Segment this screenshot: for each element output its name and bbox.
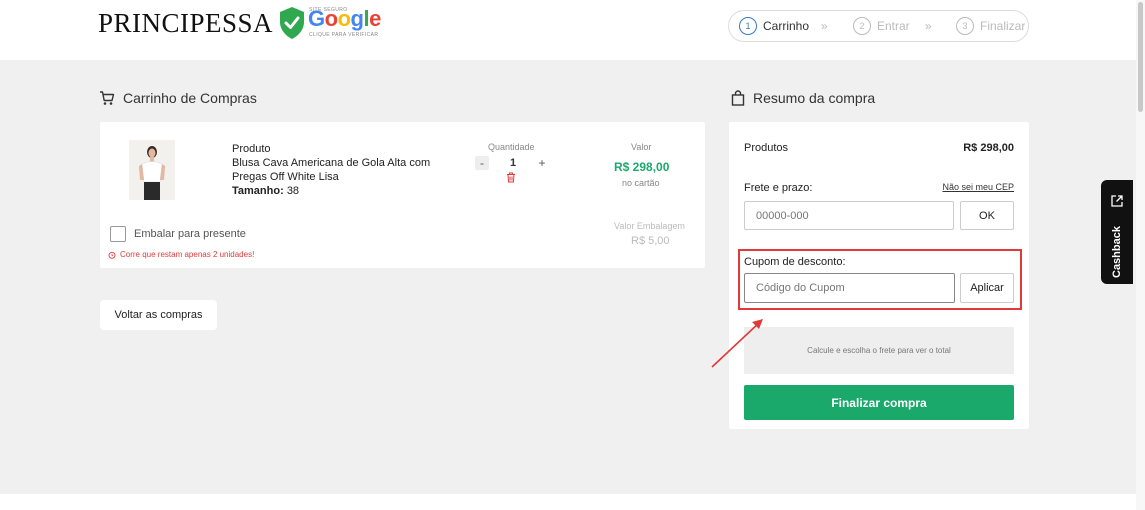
step-label: Entrar [877,19,910,33]
summary-title: Resumo da compra [731,90,875,106]
coupon-input[interactable] [744,273,955,303]
item-price: R$ 298,00 [614,160,670,174]
shipping-label: Frete e prazo: [744,182,813,194]
footer [0,494,1136,510]
product-name[interactable]: Blusa Cava Americana de Gola Alta com Pr… [232,156,452,184]
checkout-steps: 1 Carrinho » 2 Entrar » 3 Finalizar [728,10,1029,42]
annotation-arrow-icon [711,319,763,368]
cashback-label: Cashback [1111,226,1123,278]
shopping-cart-icon [100,91,115,105]
quantity-decrease-button[interactable]: - [475,156,489,170]
step-label: Carrinho [763,19,810,33]
back-to-shopping-button[interactable]: Voltar as compras [100,300,217,330]
order-summary-card: Produtos R$ 298,00 Frete e prazo: Não se… [729,122,1029,429]
wrap-price: R$ 5,00 [631,235,670,247]
cart-title-text: Carrinho de Compras [123,90,257,106]
cashback-tab[interactable]: Cashback [1101,180,1133,284]
products-total: R$ 298,00 [963,142,1014,154]
external-link-icon [1111,195,1123,207]
cep-input[interactable] [744,201,954,230]
trash-icon[interactable] [506,172,516,183]
calculate-shipping-button[interactable]: OK [960,201,1014,230]
unknown-cep-link[interactable]: Não sei meu CEP [942,182,1014,192]
seal-bottom-text: CLIQUE PARA VERIFICAR [309,32,379,38]
gift-wrap-checkbox[interactable] [110,226,126,242]
step-finish[interactable]: 3 Finalizar [956,17,1025,35]
gift-wrap-label[interactable]: Embalar para presente [134,228,246,240]
chevron-double-right-icon: » [821,19,827,33]
quantity-value: 1 [510,157,517,169]
price-note: no cartão [622,178,660,188]
cart-item-card: Produto Blusa Cava Americana de Gola Alt… [100,122,705,268]
alarm-clock-icon [108,251,116,259]
shield-check-icon [280,7,304,39]
product-image[interactable] [129,140,175,200]
step-cart[interactable]: 1 Carrinho [739,17,809,35]
apply-coupon-button[interactable]: Aplicar [960,273,1014,303]
seal-brand: Google [308,6,381,31]
product-size: Tamanho: 38 [232,184,452,198]
cart-title: Carrinho de Compras [99,90,257,106]
products-label: Produtos [744,142,789,154]
scrollbar-thumb[interactable] [1138,2,1143,112]
coupon-label: Cupom de desconto: [744,256,846,268]
shopping-bag-icon [731,90,745,106]
step-number: 3 [956,17,974,35]
finish-purchase-button[interactable]: Finalizar compra [744,385,1014,420]
summary-title-text: Resumo da compra [753,90,876,106]
size-value: 38 [286,185,300,197]
logo[interactable]: PRINCIPESSA [98,8,273,39]
size-label: Tamanho: [232,185,284,197]
quantity-increase-button[interactable]: + [535,156,549,170]
stock-warning: Corre que restam apenas 2 unidades! [108,250,254,259]
quantity-label: Quantidade [488,142,535,152]
stock-warning-text: Corre que restam apenas 2 unidades! [120,250,255,259]
step-login[interactable]: 2 Entrar [853,17,910,35]
product-info: Produto Blusa Cava Americana de Gola Alt… [232,142,452,198]
step-number: 2 [853,17,871,35]
total-placeholder: Calcule e escolha o frete para ver o tot… [744,327,1014,374]
wrap-value-label: Valor Embalagem [614,221,685,231]
step-number: 1 [739,17,757,35]
google-safe-site-seal[interactable]: SITE SEGURO Google CLIQUE PARA VERIFICAR [278,6,388,42]
value-label: Valor [631,142,652,152]
step-label: Finalizar [980,19,1026,33]
product-label: Produto [232,143,271,155]
product-photo [129,140,175,200]
header: PRINCIPESSA SITE SEGURO Google CLIQUE PA… [0,0,1145,60]
chevron-double-right-icon: » [925,19,931,33]
